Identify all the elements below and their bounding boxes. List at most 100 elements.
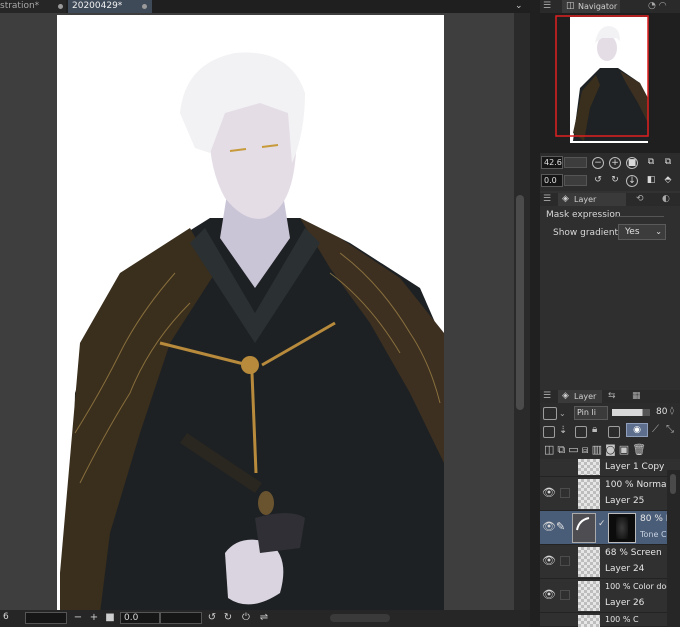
layer-thumbnail (578, 581, 600, 611)
navigator-zoom-field[interactable]: 42.6 (541, 156, 563, 169)
transfer-down-icon[interactable]: ⧈ (582, 443, 592, 456)
opacity-slider[interactable] (612, 409, 650, 416)
layer-panel-header: ☰ ◈ Layer ⇆ ▦ (540, 390, 680, 403)
layer-list-scrollbar[interactable] (667, 470, 680, 627)
panel-tab-icon[interactable]: ⇆ (608, 390, 616, 403)
rotate-left-icon[interactable]: ↺ (592, 175, 604, 187)
lock-icon[interactable]: 🔒︎ (592, 424, 597, 435)
layer-row[interactable]: 100 % C (540, 613, 680, 627)
mask-settings-icon[interactable]: ⤡ (666, 424, 674, 435)
panel-tab-icon[interactable]: ⟲ (636, 193, 644, 206)
zoom-in-icon[interactable]: + (88, 611, 100, 625)
rotation-field[interactable]: 0.0 (120, 612, 160, 624)
layer-row[interactable]: Layer 1 Copy (540, 459, 680, 477)
rotate-right-icon[interactable]: ↻ (609, 175, 621, 187)
combine-icon[interactable]: ▥ (592, 443, 605, 456)
layer-blend: 100 % C (605, 615, 639, 624)
ruler-icon[interactable]: ⟋ (652, 424, 659, 435)
create-mask-icon[interactable]: ◙ (605, 443, 619, 456)
apply-mask-icon[interactable]: ▣ (619, 443, 632, 456)
flip-vertical-icon[interactable]: ⬘ (662, 175, 674, 187)
zoom-slider[interactable] (25, 612, 67, 624)
blend-mode-value: Pin li (577, 408, 596, 417)
link-icon: ✓ (598, 519, 606, 529)
layer-row-selected[interactable]: 👁︎ ✎ ✓ 80 % F Tone C (540, 511, 680, 545)
zoom-value[interactable]: 6 (0, 612, 25, 624)
document-tab-bar: stration* 20200429* ⌄ (0, 0, 530, 13)
delete-layer-icon[interactable]: 🗑︎ (632, 443, 649, 456)
rotation-slider[interactable] (160, 612, 202, 624)
layer-list-scroll-thumb[interactable] (670, 474, 676, 494)
new-folder-icon[interactable]: ▭ (568, 443, 581, 456)
new-vector-icon[interactable]: ⧉ (557, 443, 568, 456)
eye-icon[interactable]: 👁︎ (542, 487, 556, 499)
menu-icon[interactable]: ☰ (543, 193, 551, 206)
menu-icon[interactable]: ☰ (543, 0, 551, 13)
chevron-down-icon[interactable]: ⌄ (559, 409, 566, 418)
tab-navigator[interactable]: ◫ Navigator (562, 0, 620, 13)
navigator-preview[interactable] (540, 13, 680, 153)
layer-row[interactable]: 👁︎ 100 % Color dodge Layer 26 (540, 579, 680, 613)
reset-rotation-icon[interactable]: ↓ (626, 175, 638, 187)
flip-horizontal-icon[interactable]: ◧ (645, 175, 657, 187)
canvas-area[interactable] (0, 13, 514, 610)
chevron-down-icon[interactable]: ⌄ (515, 1, 523, 11)
layer-row[interactable]: 👁︎ 100 % Normal Layer 25 (540, 477, 680, 511)
lock-transparency-icon[interactable] (608, 426, 620, 438)
close-tab-icon[interactable] (58, 4, 63, 9)
artwork[interactable] (0, 13, 514, 610)
tab-illustration[interactable]: stration* (0, 0, 66, 13)
rotate-right-icon[interactable]: ↻ (222, 611, 234, 625)
layer-property-tab-icon: ◈ (562, 194, 569, 204)
eye-icon[interactable]: 👁︎ (542, 555, 556, 567)
panel-divider[interactable] (530, 0, 540, 627)
zoom-in-icon[interactable]: + (609, 157, 621, 169)
layer-check[interactable] (560, 488, 570, 498)
menu-icon[interactable]: ☰ (543, 390, 551, 403)
reset-rotation-icon[interactable]: ⏻ (240, 611, 252, 625)
navigator-rotation-field[interactable]: 0.0 (541, 174, 563, 187)
layer-check[interactable] (560, 590, 570, 600)
zoom-out-icon[interactable]: − (72, 611, 84, 625)
tab-layer-property[interactable]: ◈ Layer Proper (558, 193, 626, 217)
layer-row[interactable]: 👁︎ 68 % Screen Layer 24 (540, 545, 680, 579)
section-divider (616, 216, 664, 217)
navigator-zoom-slider[interactable] (564, 157, 587, 168)
clip-layer-icon[interactable] (543, 426, 555, 438)
fit-navigator-icon[interactable]: ⧉ (662, 157, 674, 169)
pen-icon[interactable]: ✎ (556, 520, 565, 533)
layer-mask-thumbnail[interactable] (608, 513, 636, 543)
rotate-left-icon[interactable]: ↺ (206, 611, 218, 625)
spin-icon[interactable]: ◊ (670, 406, 674, 415)
panel-tab-icon[interactable]: ◐ (662, 193, 670, 206)
fit-screen-icon[interactable]: ⧉ (645, 157, 657, 169)
panel-tab-icon[interactable]: ◔ ◠ (648, 0, 667, 13)
chevron-down-icon: ⌄ (655, 227, 662, 236)
actual-size-icon[interactable]: ■ (626, 157, 638, 169)
hand-upper (255, 513, 305, 553)
new-layer-icon[interactable]: ◫ (544, 443, 557, 456)
panel-tab-icon[interactable]: ▦ (632, 390, 641, 403)
layer-title: Layer (574, 392, 597, 401)
close-tab-icon[interactable] (142, 4, 147, 9)
eye-icon[interactable]: 👁︎ (542, 521, 556, 533)
tab-20200429[interactable]: 20200429* (68, 0, 152, 13)
vertical-scroll-thumb[interactable] (516, 195, 524, 410)
navigator-thumbnail (555, 15, 649, 143)
tab-layer[interactable]: ◈ Layer (558, 390, 602, 403)
reference-layer-icon[interactable]: ⇣ (559, 425, 567, 436)
draft-layer-icon[interactable] (575, 426, 587, 438)
mask-icon[interactable]: ◉ (626, 423, 648, 437)
flip-icon[interactable]: ⇌ (258, 611, 270, 625)
navigator-title: Navigator (578, 2, 618, 11)
layer-check[interactable] (560, 556, 570, 566)
horizontal-scroll-thumb[interactable] (330, 614, 390, 622)
fit-icon[interactable]: ■ (104, 611, 116, 625)
eye-icon[interactable]: 👁︎ (542, 589, 556, 601)
opacity-value[interactable]: 80 (656, 407, 667, 417)
blend-mode-select[interactable]: Pin li (574, 406, 608, 420)
zoom-out-icon[interactable]: − (592, 157, 604, 169)
show-gradients-select[interactable]: Yes ⌄ (618, 224, 666, 240)
layer-color-icon[interactable] (543, 407, 557, 420)
navigator-rotation-slider[interactable] (564, 175, 587, 186)
